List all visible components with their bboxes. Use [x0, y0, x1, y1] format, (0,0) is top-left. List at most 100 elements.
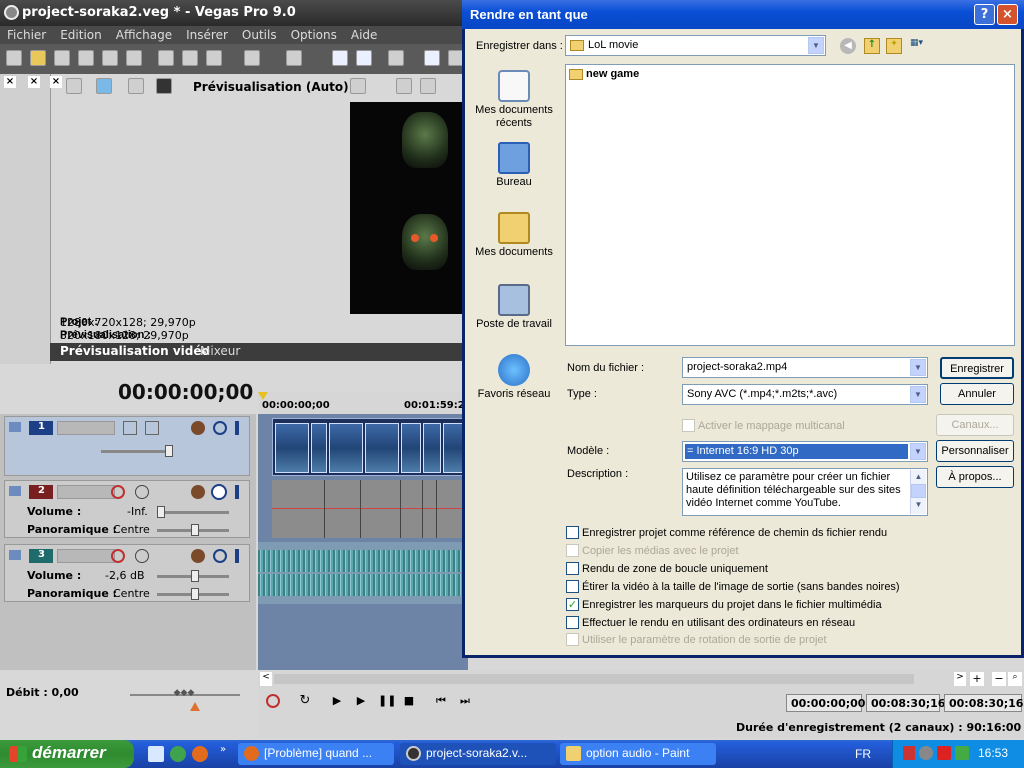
track-fx-icon[interactable]	[191, 421, 205, 435]
preview-fx-icon[interactable]	[128, 78, 144, 94]
view-menu-icon[interactable]: ▦▾	[910, 38, 934, 54]
copy-icon[interactable]	[182, 50, 198, 66]
option-checkbox[interactable]	[566, 526, 579, 539]
menu-inserer[interactable]: Insérer	[179, 26, 235, 42]
zoom-out-icon[interactable]: −	[992, 672, 1006, 686]
template-dropdown[interactable]: = Internet 16:9 HD 30p ▼	[682, 441, 928, 462]
split-screen-icon[interactable]	[156, 78, 172, 94]
solo-icon[interactable]	[235, 485, 239, 499]
task-firefox[interactable]: [Problème] quand ...	[238, 743, 394, 765]
track-fx-icon[interactable]	[191, 549, 205, 563]
pause-icon[interactable]: ❚❚	[378, 694, 396, 708]
scroll-thumb[interactable]	[911, 484, 926, 498]
new-file-icon[interactable]	[6, 50, 22, 66]
slider-knob[interactable]	[191, 588, 199, 600]
about-button[interactable]: À propos...	[936, 466, 1014, 488]
solo-icon[interactable]	[235, 421, 239, 435]
track-collapse-icon[interactable]	[9, 550, 21, 560]
close-button[interactable]: ×	[997, 4, 1018, 25]
close-icon[interactable]: ×	[28, 76, 40, 88]
audio-event-track-2[interactable]	[272, 480, 468, 538]
play-icon[interactable]: ▶	[354, 694, 368, 708]
track-2-header[interactable]: 2 Volume : -Inf. Panoramique : Centre	[4, 480, 250, 538]
slider-knob[interactable]	[191, 570, 199, 582]
arm-record-icon[interactable]	[111, 485, 125, 499]
tab-video-preview[interactable]: Prévisualisation vidéo	[60, 344, 210, 358]
firefox-icon[interactable]	[192, 746, 208, 762]
undo-icon[interactable]	[244, 50, 260, 66]
close-icon[interactable]: ×	[50, 76, 62, 88]
zoom-tool-icon[interactable]: ⌕	[1008, 672, 1022, 686]
save-in-dropdown[interactable]: LoL movie ▼	[565, 35, 826, 56]
properties-icon[interactable]	[126, 50, 142, 66]
scroll-left-icon[interactable]: <	[260, 672, 272, 686]
track-name-field[interactable]	[57, 421, 115, 435]
go-to-start-icon[interactable]: ⏮	[434, 694, 448, 708]
record-icon[interactable]	[266, 694, 280, 708]
option-checkbox[interactable]	[566, 616, 579, 629]
track-fx-icon[interactable]	[191, 485, 205, 499]
place-desktop[interactable]: Bureau	[470, 142, 558, 189]
preview-quality-dropdown[interactable]: Prévisualisation (Auto)	[193, 80, 349, 94]
place-network[interactable]: Favoris réseau	[470, 354, 558, 401]
slider-knob[interactable]	[165, 445, 173, 457]
track-collapse-icon[interactable]	[9, 422, 21, 432]
mute-icon[interactable]	[211, 484, 227, 500]
pan-slider[interactable]	[157, 588, 229, 600]
open-folder-icon[interactable]	[30, 50, 46, 66]
nvidia-icon[interactable]	[955, 746, 969, 760]
invert-phase-icon[interactable]	[135, 485, 149, 499]
task-vegas[interactable]: project-soraka2.v...	[400, 743, 556, 765]
file-list[interactable]	[565, 64, 1015, 346]
stop-icon[interactable]: ■	[402, 694, 416, 708]
track-3-header[interactable]: 3 Volume : -2,6 dB Panoramique : Centre	[4, 544, 250, 602]
volume-envelope-line[interactable]	[272, 508, 468, 509]
track-name-field[interactable]	[57, 549, 115, 563]
solo-icon[interactable]	[235, 549, 239, 563]
save-button[interactable]: Enregistrer	[940, 357, 1014, 379]
menu-fichier[interactable]: Fichier	[0, 26, 53, 42]
scroll-right-icon[interactable]: >	[954, 672, 966, 686]
language-indicator[interactable]: FR	[855, 747, 871, 761]
tab-mixer[interactable]: Mixeur	[200, 344, 240, 358]
cut-icon[interactable]	[158, 50, 174, 66]
chevron-down-icon[interactable]: ▼	[910, 359, 926, 376]
overlays-icon[interactable]	[350, 78, 366, 94]
menu-options[interactable]: Options	[284, 26, 344, 42]
invert-phase-icon[interactable]	[135, 549, 149, 563]
snap-icon[interactable]	[332, 50, 348, 66]
show-desktop-icon[interactable]	[148, 746, 164, 762]
chevron-up-icon[interactable]: ▲	[911, 470, 926, 484]
new-folder-icon[interactable]: ✦	[886, 38, 902, 54]
chevron-down-icon[interactable]: ▼	[910, 386, 926, 403]
back-icon[interactable]: ◀	[840, 38, 856, 54]
chevron-down-icon[interactable]: ▼	[808, 37, 824, 54]
slider-knob[interactable]	[157, 506, 165, 518]
chevron-down-icon[interactable]: ▼	[910, 443, 926, 460]
slider-knob[interactable]	[191, 524, 199, 536]
file-list-item[interactable]: new game	[569, 68, 639, 80]
render-icon[interactable]	[102, 50, 118, 66]
menu-aide[interactable]: Aide	[344, 26, 385, 42]
cancel-button[interactable]: Annuler	[940, 383, 1014, 405]
filename-input[interactable]: project-soraka2.mp4 ▼	[682, 357, 928, 378]
volume-icon[interactable]	[903, 746, 915, 760]
quicklaunch-expand-icon[interactable]: »	[220, 744, 226, 755]
go-to-end-icon[interactable]: ⏭	[458, 694, 472, 708]
option-checkbox[interactable]	[566, 562, 579, 575]
rate-slider[interactable]: ◆◆◆	[130, 688, 240, 711]
pan-slider[interactable]	[157, 524, 229, 536]
paste-icon[interactable]	[206, 50, 222, 66]
place-recent-documents[interactable]: Mes documents récents	[470, 70, 558, 130]
video-event[interactable]	[272, 418, 468, 476]
menu-edition[interactable]: Edition	[53, 26, 109, 42]
customize-button[interactable]: Personnaliser	[936, 440, 1014, 462]
audio-event-track-3[interactable]	[258, 542, 468, 604]
volume-slider[interactable]	[157, 570, 229, 582]
copy-snapshot-icon[interactable]	[396, 78, 412, 94]
place-my-documents[interactable]: Mes documents	[470, 212, 558, 259]
track-name-field[interactable]	[57, 485, 115, 499]
horizontal-scrollbar[interactable]	[274, 674, 914, 684]
tray-app-icon[interactable]	[919, 746, 933, 760]
up-folder-icon[interactable]: ↑	[864, 38, 880, 54]
